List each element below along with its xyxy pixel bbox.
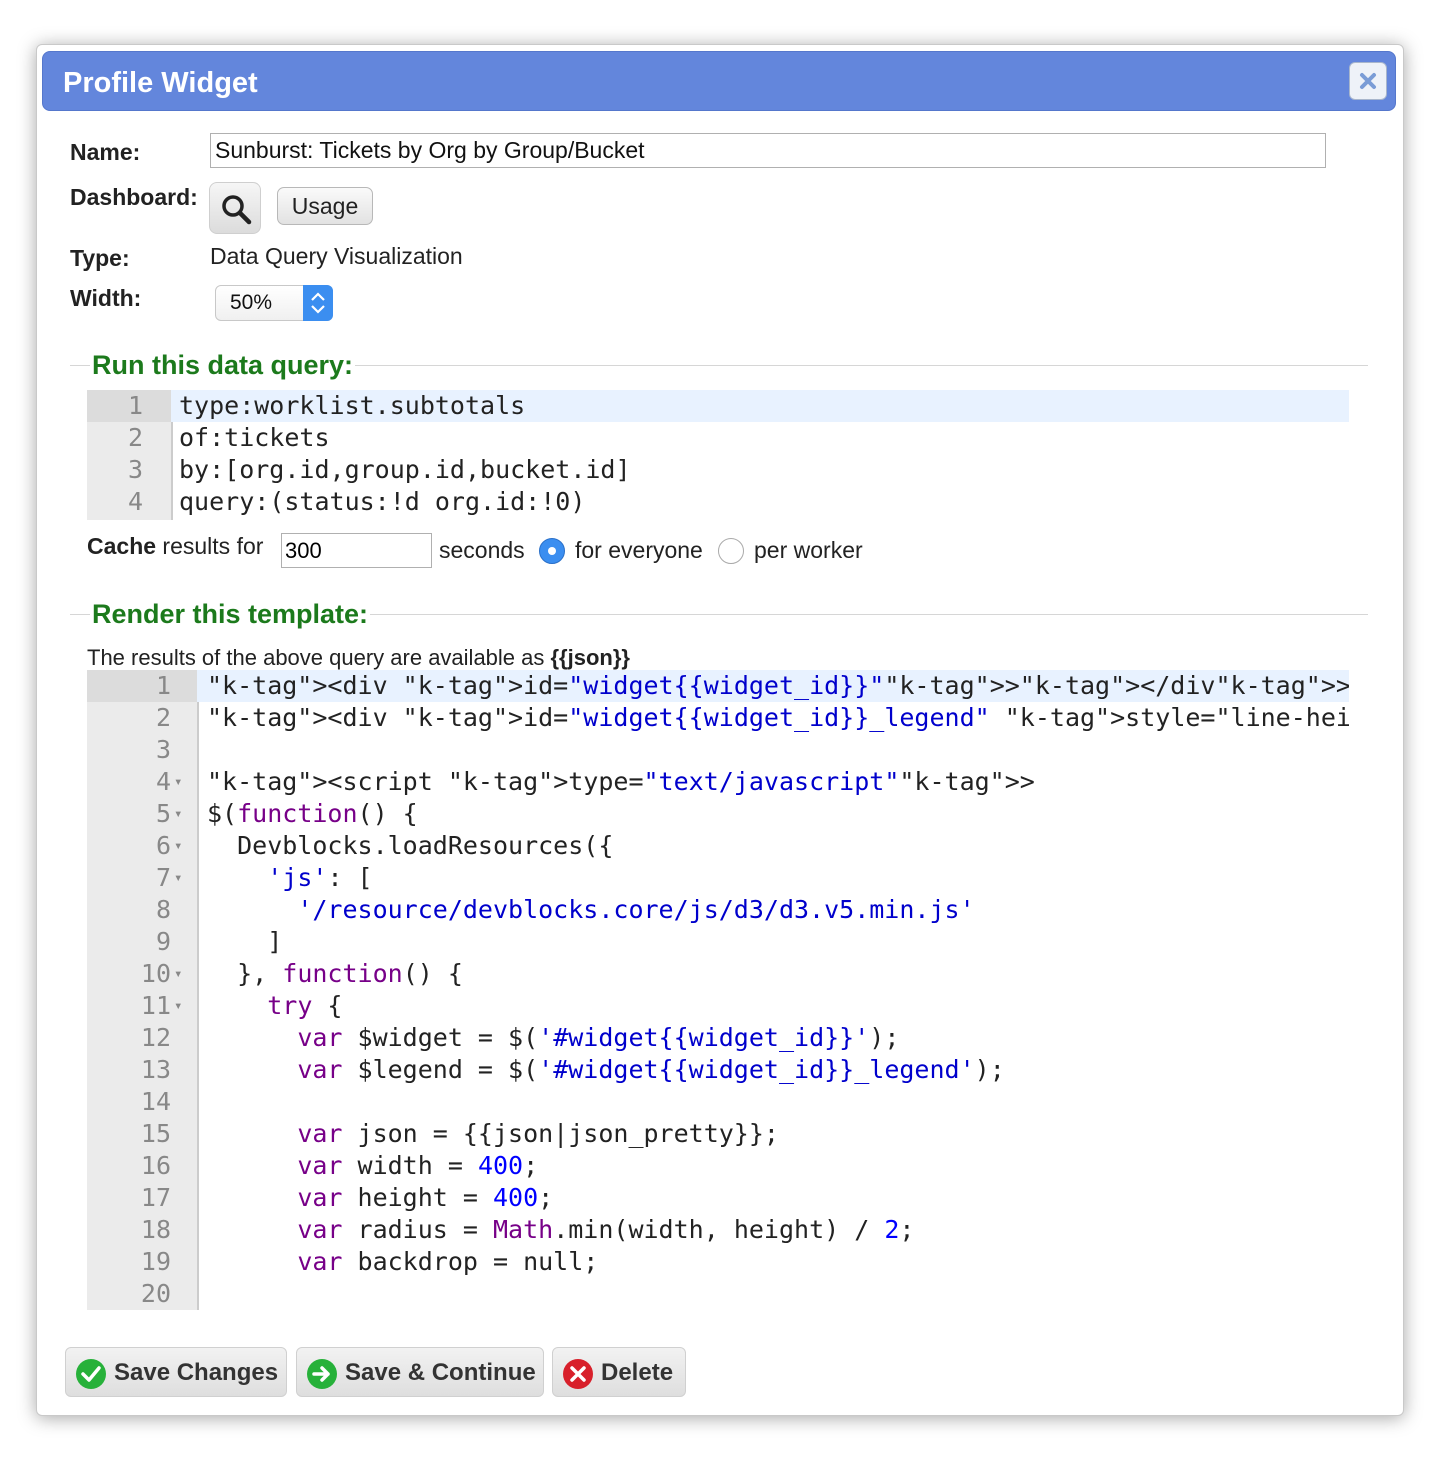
line-number: 10 [140,959,171,988]
for-everyone-label: for everyone [575,537,703,563]
line-number: 11 [140,991,171,1020]
code-line: var height = 400; [297,1183,554,1212]
width-label: Width: [70,285,142,311]
line-number: 18 [140,1215,171,1244]
line-number: 3 [127,455,143,484]
fold-arrow-icon[interactable]: ▾ [174,990,182,1022]
width-select[interactable]: 50% [215,285,333,321]
magnifier-icon [222,195,252,225]
code-line: 'js': [ [267,863,373,892]
line-number: 7 [155,863,171,892]
code-line: ] [207,927,283,956]
type-label: Type: [70,245,130,271]
save-changes-button[interactable]: Save Changes [65,1347,287,1397]
code-line: "k-tag"><div "k-tag">id="widget{{widget_… [207,703,1349,732]
code-line: query:(status:!d org.id:!0) [179,487,586,516]
code-line: var $widget = $('#widget{{widget_id}}'); [297,1023,900,1052]
code-line: by:[org.id,group.id,bucket.id] [179,455,631,484]
line-number: 5 [155,799,171,828]
fold-arrow-icon[interactable]: ▾ [174,798,182,830]
template-editor[interactable]: 1 "k-tag"><div "k-tag">id="widget{{widget… [87,670,1349,1310]
code-line: "k-tag"><div "k-tag">id="widget{{widget_… [207,671,1349,700]
line-number: 6 [155,831,171,860]
code-line: var backdrop = null; [297,1247,599,1276]
name-input[interactable] [210,133,1326,168]
cache-label: Cache results for [87,533,263,560]
radio-per-worker[interactable] [718,538,744,564]
template-hint: The results of the above query are avail… [87,645,630,671]
code-line: var radius = Math.min(width, height) / 2… [297,1215,915,1244]
line-number: 3 [155,735,171,764]
per-worker-label: per worker [754,537,863,563]
template-hint-text: The results of the above query are avail… [87,645,551,670]
line-number: 9 [155,927,171,956]
dashboard-search-button[interactable] [209,182,261,234]
close-x-icon [1360,73,1376,89]
name-label: Name: [70,139,141,165]
dialog-titlebar: Profile Widget [42,51,1396,111]
line-number: 1 [127,391,143,420]
fold-arrow-icon[interactable]: ▾ [174,766,182,798]
line-number: 15 [140,1119,171,1148]
query-editor[interactable]: 1 type:worklist.subtotals 2 of:tickets 3 by:[… [87,390,1349,520]
select-arrows-icon [303,285,333,321]
fold-arrow-icon[interactable]: ▾ [174,862,182,894]
line-number: 16 [140,1151,171,1180]
profile-widget-dialog: Profile Widget Name: Dashboard: Usage Ty… [36,44,1404,1416]
line-number: 4 [155,767,171,796]
line-number: 1 [155,671,171,700]
x-circle-icon [563,1359,593,1389]
type-value: Data Query Visualization [210,243,463,269]
delete-label: Delete [601,1359,674,1386]
line-number: 17 [140,1183,171,1212]
template-hint-json: {{json}} [550,645,630,670]
line-number: 20 [140,1279,171,1308]
save-changes-label: Save Changes [114,1359,279,1386]
line-number: 14 [140,1087,171,1116]
line-number: 12 [140,1023,171,1052]
cache-seconds-input[interactable] [281,533,432,568]
code-line: of:tickets [179,423,330,452]
cache-label-bold: Cache [87,533,157,559]
code-line: '/resource/devblocks.core/js/d3/d3.v5.mi… [297,895,975,924]
template-section-title: Render this template: [90,599,371,630]
usage-button[interactable]: Usage [277,187,373,225]
arrow-circle-icon [307,1359,337,1389]
query-section-title: Run this data query: [90,350,356,381]
code-line: var width = 400; [297,1151,539,1180]
code-line: "k-tag"><script "k-tag">type="text/javas… [207,767,1035,796]
code-line: type:worklist.subtotals [179,391,526,420]
check-circle-icon [76,1359,106,1389]
save-continue-button[interactable]: Save & Continue [296,1347,544,1397]
seconds-label: seconds [439,537,525,563]
code-line: $(function() { [207,799,418,828]
fold-arrow-icon[interactable]: ▾ [174,830,182,862]
dashboard-label: Dashboard: [70,184,198,210]
code-line: var json = {{json|json_pretty}}; [297,1119,779,1148]
code-line: Devblocks.loadResources({ [207,831,614,860]
width-select-value: 50% [230,291,273,314]
code-line: var $legend = $('#widget{{widget_id}}_le… [297,1055,1005,1084]
save-continue-label: Save & Continue [345,1359,536,1386]
fold-arrow-icon[interactable]: ▾ [174,958,182,990]
radio-for-everyone[interactable] [539,538,565,564]
cache-label-rest: results for [156,533,264,559]
line-number: 2 [155,703,171,732]
delete-button[interactable]: Delete [552,1347,686,1397]
dialog-title: Profile Widget [63,67,258,99]
code-line: try { [267,991,343,1020]
close-button[interactable] [1349,62,1387,100]
line-number: 4 [127,487,143,516]
line-number: 19 [140,1247,171,1276]
line-number: 2 [127,423,143,452]
line-number: 13 [140,1055,171,1084]
code-line: }, function() { [207,959,463,988]
line-number: 8 [155,895,171,924]
